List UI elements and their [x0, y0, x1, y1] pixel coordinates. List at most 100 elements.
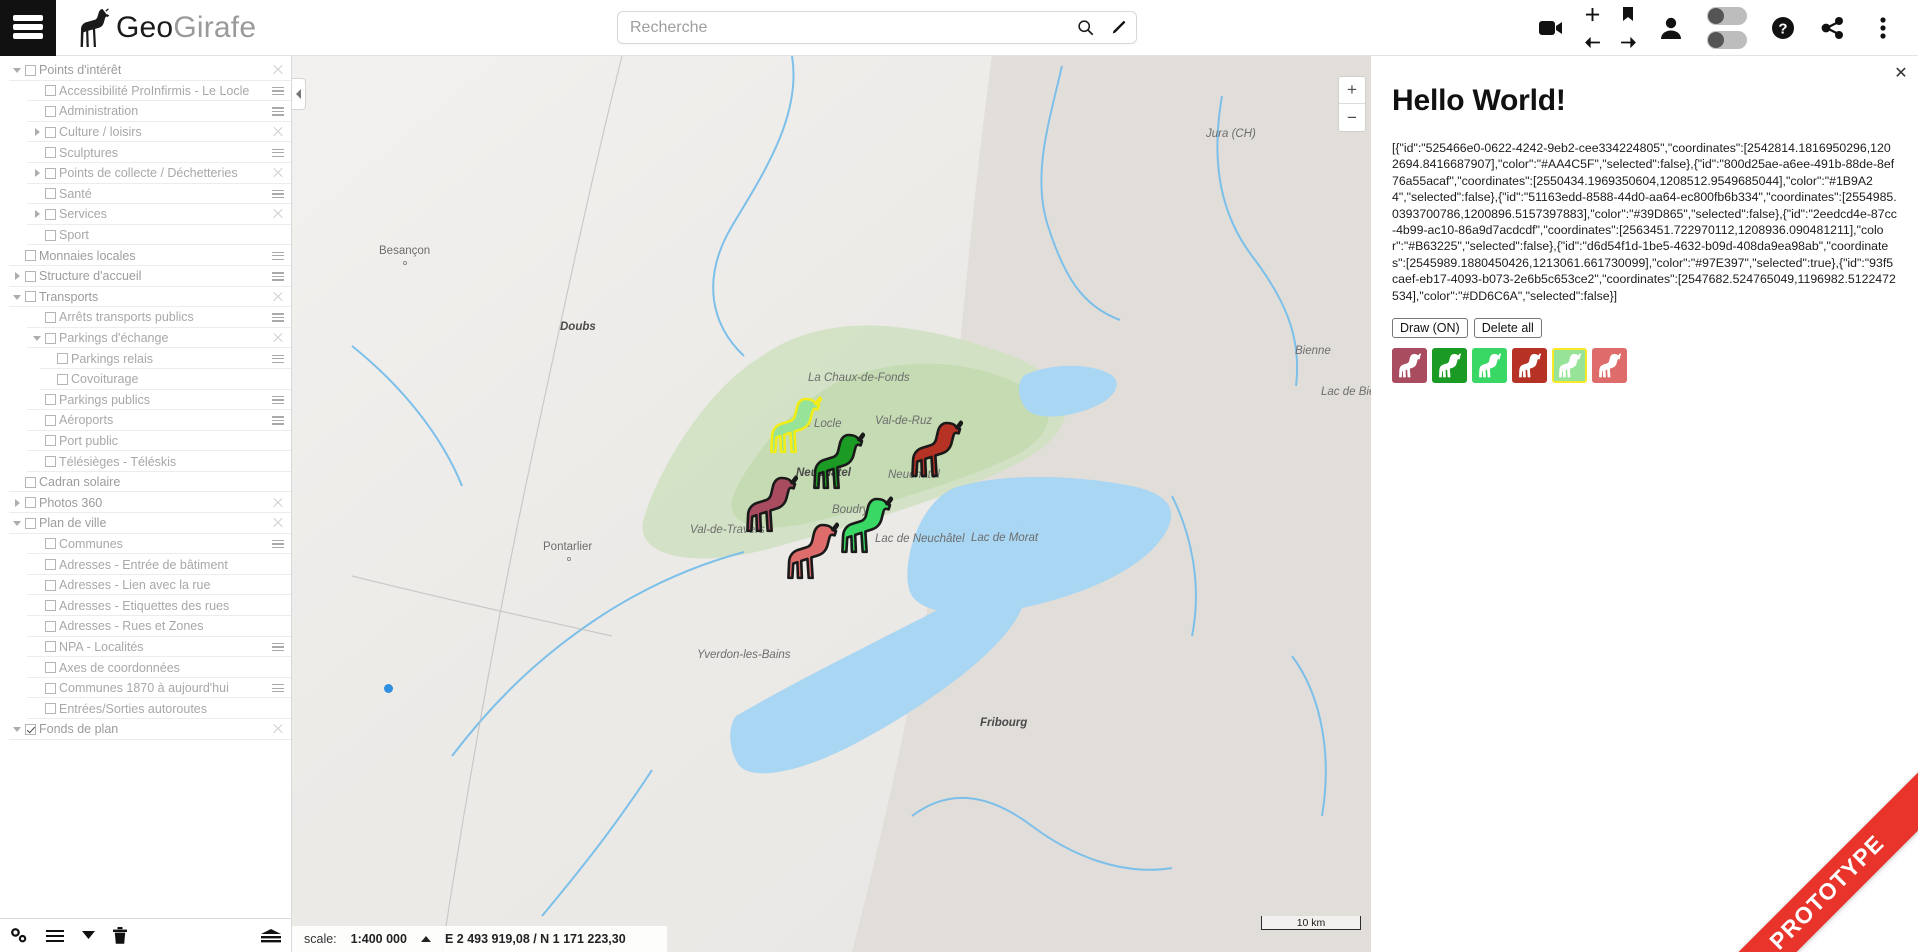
layer-tree-row[interactable]: Adresses - Lien avec la rue [0, 575, 291, 596]
remove-layer-icon[interactable] [271, 207, 285, 221]
layer-checkbox[interactable] [45, 167, 56, 179]
layer-tree-row[interactable]: Plan de ville [0, 513, 291, 534]
layer-checkbox[interactable] [45, 394, 56, 406]
search-icon[interactable] [1068, 12, 1102, 43]
map-canvas[interactable]: Jura (CH) Besançon Doubs Bienne La Chaux-de-… [292, 56, 1371, 952]
layer-options-icon[interactable] [271, 393, 285, 407]
layer-tree-row[interactable]: Port public [0, 431, 291, 452]
layer-tree-row[interactable]: Points d'intérêt [0, 60, 291, 81]
layer-checkbox[interactable] [45, 703, 56, 715]
layer-checkbox[interactable] [25, 476, 36, 488]
layer-checkbox[interactable] [45, 126, 56, 138]
sidebar-collapse-button[interactable] [292, 78, 306, 110]
layer-options-icon[interactable] [271, 681, 285, 695]
layer-tree-row[interactable]: Communes 1870 à aujourd'hui [0, 678, 291, 699]
share-icon[interactable] [1808, 0, 1858, 56]
remove-layer-icon[interactable] [271, 290, 285, 304]
layer-tree-row[interactable]: Covoiturage [0, 369, 291, 390]
color-swatch[interactable] [1392, 348, 1427, 384]
layer-tree-row[interactable]: Parkings d'échange [0, 328, 291, 349]
layer-tree-row[interactable]: Adresses - Entrée de bâtiment [0, 554, 291, 575]
layer-checkbox[interactable] [45, 311, 56, 323]
layer-options-icon[interactable] [271, 640, 285, 654]
basemap-stack-icon[interactable] [261, 928, 281, 943]
zoom-out-button[interactable]: − [1339, 104, 1365, 131]
layer-checkbox[interactable] [45, 538, 56, 550]
layer-checkbox[interactable] [25, 723, 36, 735]
layer-checkbox[interactable] [45, 641, 56, 653]
caret-right-icon[interactable] [32, 126, 44, 138]
trash-icon[interactable] [113, 927, 127, 944]
brand-logo[interactable]: GeoGirafe [74, 0, 256, 56]
layer-tree-row[interactable]: Administration [0, 101, 291, 122]
toggle-switch-1[interactable] [1707, 7, 1747, 25]
layer-checkbox[interactable] [45, 600, 56, 612]
toggle-switch-2[interactable] [1707, 31, 1747, 49]
layer-tree-row[interactable]: Services [0, 204, 291, 225]
remove-layer-icon[interactable] [271, 166, 285, 180]
close-icon[interactable]: ✕ [1888, 60, 1914, 86]
layer-tree-row[interactable]: Cadran solaire [0, 472, 291, 493]
layer-options-icon[interactable] [271, 104, 285, 118]
layer-checkbox[interactable] [57, 373, 68, 385]
giraffe-marker[interactable] [813, 432, 866, 495]
color-swatch[interactable] [1472, 348, 1507, 384]
gears-icon[interactable] [10, 927, 28, 944]
layer-options-icon[interactable] [271, 146, 285, 160]
layer-checkbox[interactable] [25, 497, 36, 509]
user-account-icon[interactable] [1646, 0, 1696, 56]
layer-tree-row[interactable]: Photos 360 [0, 492, 291, 514]
layer-checkbox[interactable] [45, 414, 56, 426]
layer-options-icon[interactable] [271, 84, 285, 98]
layer-tree-row[interactable]: Communes [0, 534, 291, 555]
caret-down-icon[interactable] [12, 64, 24, 76]
layer-checkbox[interactable] [45, 229, 56, 241]
draw-button[interactable]: Draw (ON) [1392, 318, 1468, 339]
layer-options-icon[interactable] [271, 537, 285, 551]
layer-tree-row[interactable]: Accessibilité ProInfirmis - Le Locle [0, 81, 291, 102]
add-icon[interactable] [1585, 7, 1600, 22]
layer-checkbox[interactable] [57, 353, 68, 365]
caret-right-icon[interactable] [32, 208, 44, 220]
back-arrow-icon[interactable] [1584, 36, 1601, 49]
zoom-in-button[interactable]: + [1339, 77, 1365, 104]
layer-tree-row[interactable]: Adresses - Etiquettes des rues [0, 595, 291, 617]
layer-options-icon[interactable] [271, 413, 285, 427]
layer-tree-row[interactable]: Parkings publics [0, 390, 291, 411]
color-swatch[interactable] [1432, 348, 1467, 384]
giraffe-marker[interactable] [911, 420, 964, 483]
remove-layer-icon[interactable] [271, 722, 285, 736]
layer-tree-row[interactable]: NPA - Localités [0, 637, 291, 658]
caret-up-icon[interactable] [420, 936, 431, 942]
caret-down-icon[interactable] [12, 291, 24, 303]
layer-checkbox[interactable] [25, 517, 36, 529]
layer-tree-row[interactable]: Points de collecte / Déchetteries [0, 163, 291, 184]
delete-all-button[interactable]: Delete all [1473, 318, 1542, 339]
layer-tree-row[interactable]: Entrées/Sorties autoroutes [0, 698, 291, 719]
layer-checkbox[interactable] [45, 579, 56, 591]
search-input[interactable] [618, 12, 1068, 43]
layer-checkbox[interactable] [45, 332, 56, 344]
map-point-marker[interactable] [384, 684, 393, 693]
color-swatch[interactable] [1552, 348, 1587, 384]
layer-tree-row[interactable]: Axes de coordonnées [0, 657, 291, 678]
layer-tree-row[interactable]: Aéroports [0, 410, 291, 431]
layer-tree-row[interactable]: Sculptures [0, 142, 291, 163]
layer-checkbox[interactable] [45, 105, 56, 117]
pen-icon[interactable] [1102, 12, 1136, 43]
layer-tree-row[interactable]: Sport [0, 225, 291, 246]
layer-options-icon[interactable] [271, 310, 285, 324]
layer-checkbox[interactable] [45, 85, 56, 97]
layer-checkbox[interactable] [25, 250, 36, 262]
chevron-down-icon[interactable] [82, 931, 95, 940]
layer-tree-row[interactable]: Arrêts transports publics [0, 307, 291, 328]
layer-checkbox[interactable] [45, 208, 56, 220]
video-camera-icon[interactable] [1528, 0, 1574, 56]
layer-options-icon[interactable] [271, 187, 285, 201]
layers-menu-button[interactable] [0, 0, 56, 56]
layer-tree-row[interactable]: Transports [0, 287, 291, 308]
layer-tree-row[interactable]: Télésièges - Téléskis [0, 451, 291, 472]
layer-tree-row[interactable]: Culture / loisirs [0, 122, 291, 143]
forward-arrow-icon[interactable] [1620, 36, 1637, 49]
color-swatch[interactable] [1512, 348, 1547, 384]
